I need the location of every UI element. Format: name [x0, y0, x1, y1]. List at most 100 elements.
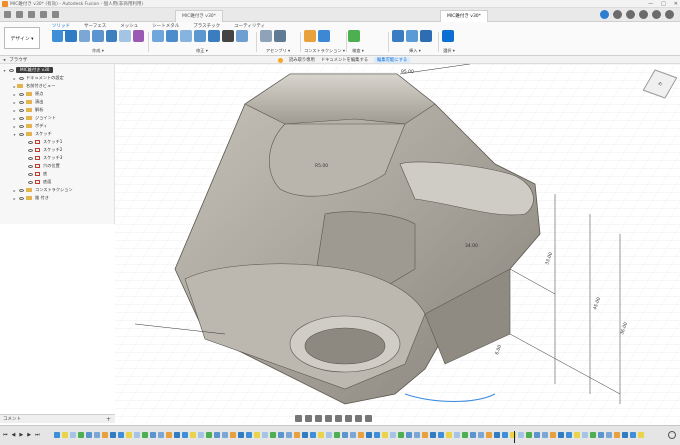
insert-derive-icon[interactable] [392, 30, 404, 42]
visibility-eye-icon[interactable] [19, 196, 24, 200]
dimension-label[interactable]: 34.00 [465, 244, 478, 249]
visibility-eye-icon[interactable] [28, 180, 33, 184]
tree-row-document-settings[interactable]: ▸ ドキュメントの設定 [12, 74, 63, 82]
timeline-feature-icon[interactable] [422, 432, 428, 438]
visibility-eye-icon[interactable] [19, 108, 24, 112]
tree-row-joints[interactable]: ▸ ジョイント [12, 114, 55, 122]
timeline-feature-icon[interactable] [390, 432, 396, 438]
fit-icon[interactable] [335, 415, 342, 422]
visibility-eye-icon[interactable] [19, 92, 24, 96]
form-icon[interactable] [132, 30, 144, 42]
step-forward-icon[interactable]: ▶ [27, 432, 31, 438]
timeline-feature-icon[interactable] [382, 432, 388, 438]
timeline-feature-icon[interactable] [446, 432, 452, 438]
timeline-feature-icon[interactable] [110, 432, 116, 438]
timeline-feature-icon[interactable] [150, 432, 156, 438]
visibility-eye-icon[interactable] [19, 76, 24, 80]
tree-row-construction[interactable]: ▸ コンストラクション [12, 186, 72, 194]
tree-row-analysis[interactable]: ▸ 解析 [12, 106, 43, 114]
make-editable-button[interactable]: 編集可能にする [374, 57, 411, 63]
timeline-feature-icon[interactable] [582, 432, 588, 438]
maximize-button[interactable]: □ [661, 1, 666, 7]
fillet-icon[interactable] [166, 30, 178, 42]
timeline-feature-icon[interactable] [606, 432, 612, 438]
timeline-settings-icon[interactable] [668, 431, 676, 439]
timeline-feature-icon[interactable] [214, 432, 220, 438]
timeline-feature-icon[interactable] [206, 432, 212, 438]
timeline-feature-icon[interactable] [78, 432, 84, 438]
timeline-feature-icon[interactable] [430, 432, 436, 438]
timeline-feature-icon[interactable] [326, 432, 332, 438]
timeline-feature-icon[interactable] [470, 432, 476, 438]
timeline-feature-icon[interactable] [438, 432, 444, 438]
visibility-eye-icon[interactable] [28, 156, 33, 160]
timeline-feature-icon[interactable] [142, 432, 148, 438]
timeline-feature-icon[interactable] [398, 432, 404, 438]
zoom-icon[interactable] [325, 415, 332, 422]
timeline-feature-icon[interactable] [222, 432, 228, 438]
timeline-feature-icon[interactable] [558, 432, 564, 438]
expand-arrow-icon[interactable]: ▸ [12, 188, 17, 193]
timeline-feature-icon[interactable] [614, 432, 620, 438]
expand-arrow-icon[interactable]: ▸ [12, 92, 17, 97]
pattern-icon[interactable] [119, 30, 131, 42]
insert-mesh-icon[interactable] [406, 30, 418, 42]
timeline-feature-icon[interactable] [502, 432, 508, 438]
select-group-label[interactable]: 選択 ▾ [442, 48, 456, 54]
tree-row-sketches[interactable]: ▾ スケッチ [12, 130, 51, 138]
expand-arrow-icon[interactable]: ▾ [2, 68, 7, 73]
close-button[interactable]: ✕ [674, 1, 678, 7]
timeline-feature-icon[interactable] [510, 432, 516, 438]
timeline-feature-icon[interactable] [294, 432, 300, 438]
joint-icon[interactable] [274, 30, 286, 42]
expand-arrow-icon[interactable]: ▾ [12, 132, 17, 137]
timeline-feature-icon[interactable] [414, 432, 420, 438]
tree-row-bodies[interactable]: ▸ ボディ [12, 122, 47, 130]
insert-image-icon[interactable] [420, 30, 432, 42]
timeline-feature-icon[interactable] [174, 432, 180, 438]
timeline-feature-icon[interactable] [318, 432, 324, 438]
step-back-icon[interactable]: ◀ [12, 432, 16, 438]
timeline-feature-icon[interactable] [278, 432, 284, 438]
timeline-feature-icon[interactable] [518, 432, 524, 438]
save-icon[interactable] [28, 11, 35, 18]
timeline-feature-icon[interactable] [350, 432, 356, 438]
timeline-feature-icon[interactable] [406, 432, 412, 438]
timeline-feature-icon[interactable] [542, 432, 548, 438]
timeline-feature-icon[interactable] [102, 432, 108, 438]
file-menu-icon[interactable] [16, 11, 23, 18]
new-tab-icon[interactable] [600, 10, 609, 19]
scale-icon[interactable] [236, 30, 248, 42]
timeline-feature-icon[interactable] [574, 432, 580, 438]
document-tab-2[interactable]: MIC錐付き v30* [440, 10, 488, 22]
visibility-eye-icon[interactable] [19, 116, 24, 120]
timeline-feature-icon[interactable] [366, 432, 372, 438]
timeline-feature-icon[interactable] [638, 432, 644, 438]
timeline-feature-icon[interactable] [494, 432, 500, 438]
timeline-feature-icon[interactable] [286, 432, 292, 438]
timeline-feature-icon[interactable] [246, 432, 252, 438]
expand-arrow-icon[interactable]: ▸ [12, 196, 17, 201]
pan-icon[interactable] [315, 415, 322, 422]
new-component-assemble-icon[interactable] [260, 30, 272, 42]
display-settings-icon[interactable] [345, 415, 352, 422]
expand-arrow-icon[interactable]: ▸ [12, 76, 17, 81]
tree-row-named-views[interactable]: ▸ 名前付きビュー [12, 82, 55, 90]
timeline-feature-icon[interactable] [166, 432, 172, 438]
expand-arrow-icon[interactable]: ▸ [12, 100, 17, 105]
timeline-feature-icon[interactable] [622, 432, 628, 438]
job-status-icon[interactable] [626, 10, 635, 19]
offset-plane-icon[interactable] [304, 30, 316, 42]
assemble-group-label[interactable]: アセンブリ ▾ [260, 48, 296, 54]
timeline-feature-icon[interactable] [566, 432, 572, 438]
extrude-icon[interactable] [78, 30, 91, 42]
new-component-icon[interactable] [52, 30, 64, 42]
tree-row-sketch-1[interactable]: スケッチ1 [26, 138, 62, 146]
timeline-feature-icon[interactable] [302, 432, 308, 438]
timeline-feature-icon[interactable] [238, 432, 244, 438]
timeline-marker[interactable] [514, 431, 515, 443]
extensions-icon[interactable] [613, 10, 622, 19]
timeline-feature-icon[interactable] [486, 432, 492, 438]
create-sketch-icon[interactable] [65, 30, 77, 42]
timeline-feature-icon[interactable] [158, 432, 164, 438]
